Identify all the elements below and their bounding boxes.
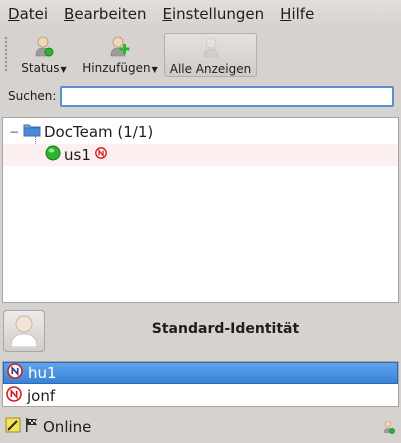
contact-row[interactable]: us1 — [3, 144, 398, 166]
novell-icon — [6, 386, 22, 406]
account-name: jonf — [27, 387, 56, 405]
menu-einstellungen-mnemonic: E — [162, 5, 172, 23]
user-icon — [202, 34, 220, 58]
menu-bar: Datei Bearbeiten Einstellungen Hilfe — [0, 0, 401, 28]
add-button[interactable]: Hinzufügen▼ — [80, 33, 160, 77]
identity-panel: Standard-Identität — [0, 308, 401, 356]
menu-hilfe[interactable]: Hilfe — [274, 5, 320, 23]
menu-datei-mnemonic: D — [8, 5, 20, 23]
add-user-icon — [109, 33, 131, 57]
show-all-button-label: Alle Anzeigen — [169, 62, 252, 76]
flag-icon[interactable] — [25, 417, 39, 437]
account-list[interactable]: hu1 jonf — [2, 361, 399, 407]
novell-icon — [7, 363, 23, 383]
folder-icon — [23, 123, 41, 141]
identity-title: Standard-Identität — [151, 321, 300, 337]
contact-name: us1 — [64, 146, 91, 164]
online-status-icon — [45, 145, 61, 165]
contact-list[interactable]: − DocTeam (1/1) us1 — [2, 117, 399, 303]
add-button-label: Hinzufügen — [82, 61, 151, 75]
menu-hilfe-mnemonic: H — [280, 5, 292, 23]
dropdown-arrow-icon: ▼ — [60, 65, 67, 74]
search-bar: Suchen: — [0, 82, 401, 110]
account-name: hu1 — [28, 364, 57, 382]
status-button[interactable]: Status▼ — [16, 33, 72, 77]
online-status-text[interactable]: Online — [43, 418, 91, 436]
collapse-icon[interactable]: − — [9, 125, 23, 139]
status-button-label: Status — [21, 61, 60, 75]
menu-einstellungen[interactable]: Einstellungen — [156, 5, 270, 23]
account-row-hu1[interactable]: hu1 — [3, 362, 398, 384]
menu-bearbeiten-mnemonic: B — [64, 5, 75, 23]
status-bar: Online — [0, 415, 401, 439]
menu-einstellungen-label: instellungen — [171, 5, 265, 23]
user-online-icon[interactable] — [383, 420, 395, 438]
menu-datei-label: atei — [19, 5, 49, 23]
search-label: Suchen: — [8, 89, 57, 103]
identity-avatar-button[interactable] — [3, 310, 45, 352]
toolbar: Status▼ Hinzufügen▼ Alle Anzeigen — [0, 30, 401, 78]
dropdown-arrow-icon: ▼ — [151, 65, 158, 74]
menu-datei[interactable]: Datei — [2, 5, 54, 23]
search-input[interactable] — [60, 85, 395, 107]
menu-hilfe-label: ilfe — [291, 5, 315, 23]
menu-bearbeiten[interactable]: Bearbeiten — [58, 5, 152, 23]
toolbar-grip[interactable] — [4, 36, 8, 72]
group-row[interactable]: − DocTeam (1/1) — [9, 121, 153, 143]
account-row-jonf[interactable]: jonf — [3, 385, 398, 407]
group-name: DocTeam (1/1) — [44, 123, 154, 141]
show-all-button[interactable]: Alle Anzeigen — [164, 33, 257, 77]
novell-icon — [94, 147, 107, 163]
edit-message-icon[interactable] — [5, 417, 21, 437]
user-status-icon — [34, 33, 54, 57]
avatar-icon — [8, 311, 40, 351]
menu-bearbeiten-label: earbeiten — [74, 5, 147, 23]
